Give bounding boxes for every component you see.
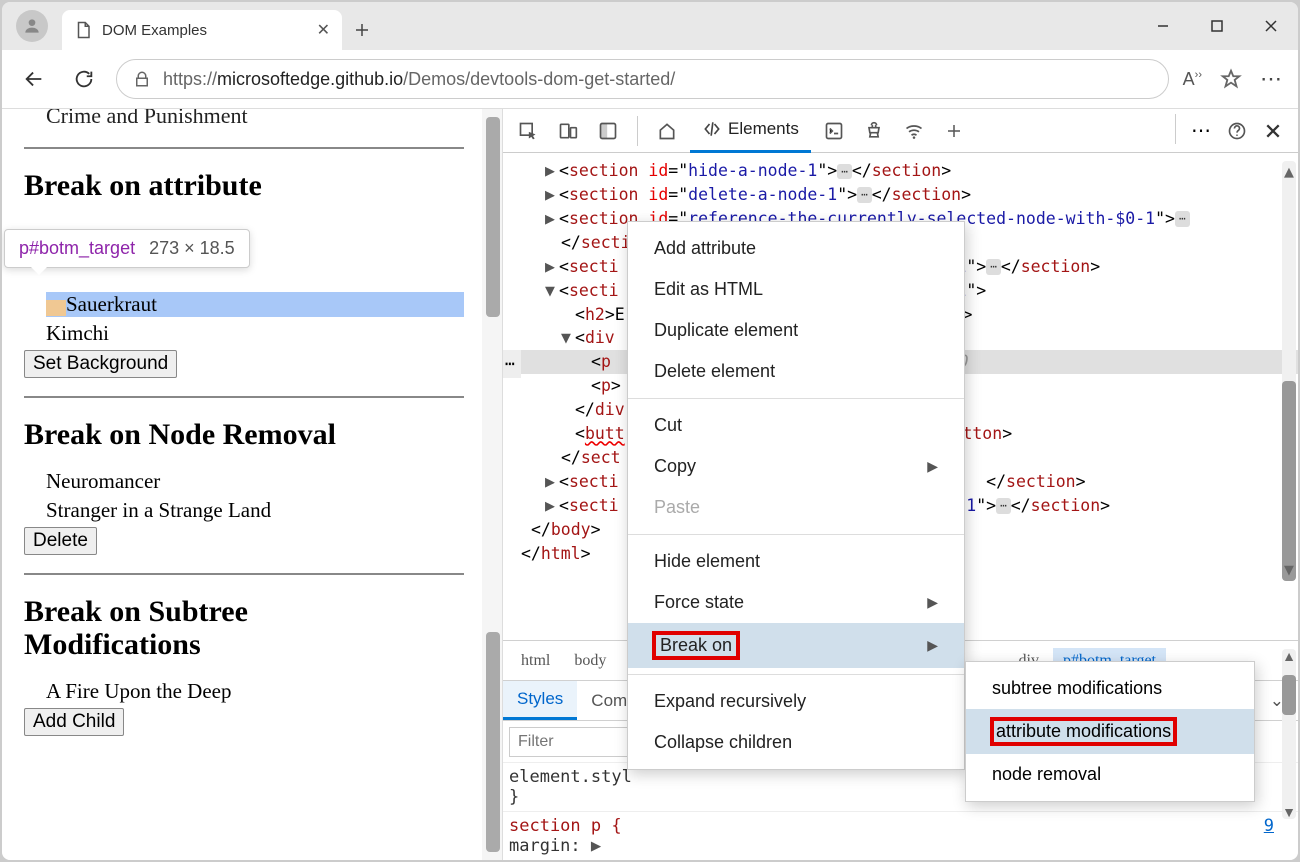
more-menu-icon[interactable]: ⋯ bbox=[1260, 66, 1284, 92]
maximize-button[interactable] bbox=[1190, 6, 1244, 46]
list-item: Stranger in a Strange Land bbox=[46, 498, 464, 523]
devtools-close-icon[interactable] bbox=[1256, 114, 1290, 148]
devtools-help-icon[interactable] bbox=[1220, 114, 1254, 148]
ctx-add-attribute[interactable]: Add attribute bbox=[628, 228, 964, 269]
submenu-attribute[interactable]: attribute modifications bbox=[966, 709, 1254, 754]
tooltip-dimensions: 273 × 18.5 bbox=[149, 238, 235, 259]
ctx-delete[interactable]: Delete element bbox=[628, 351, 964, 392]
styles-filter-input[interactable] bbox=[509, 727, 629, 757]
close-window-button[interactable] bbox=[1244, 6, 1298, 46]
list-item: Kimchi bbox=[46, 321, 464, 346]
ctx-cut[interactable]: Cut bbox=[628, 405, 964, 446]
browser-toolbar: https://microsoftedge.github.io/Demos/de… bbox=[2, 50, 1298, 108]
styles-scrollbar[interactable]: ▲ ▼ bbox=[1282, 649, 1296, 819]
css-source-link[interactable]: 9 bbox=[1264, 816, 1274, 836]
delete-button[interactable]: Delete bbox=[24, 527, 97, 555]
more-tabs-icon[interactable] bbox=[937, 114, 971, 148]
new-tab-button[interactable] bbox=[342, 10, 382, 50]
lock-icon bbox=[133, 70, 151, 88]
break-on-submenu: subtree modifications attribute modifica… bbox=[965, 661, 1255, 802]
list-item: Neuromancer bbox=[46, 469, 464, 494]
styles-tab[interactable]: Styles bbox=[503, 681, 577, 720]
submenu-subtree[interactable]: subtree modifications bbox=[966, 668, 1254, 709]
tab-title: DOM Examples bbox=[102, 22, 307, 39]
devtools-panel: Elements ⋯ ▶<section id="hide-a-node-1">… bbox=[502, 109, 1298, 860]
refresh-button[interactable] bbox=[66, 61, 102, 97]
ctx-paste: Paste bbox=[628, 487, 964, 528]
browser-titlebar: DOM Examples ✕ bbox=[2, 2, 1298, 50]
element-tooltip: p#botm_target 273 × 18.5 bbox=[4, 229, 250, 268]
page-scrollbar[interactable] bbox=[482, 109, 502, 860]
back-button[interactable] bbox=[16, 61, 52, 97]
inspect-icon[interactable] bbox=[511, 114, 545, 148]
section-heading: Break on Node Removal bbox=[24, 418, 464, 451]
ctx-collapse[interactable]: Collapse children bbox=[628, 722, 964, 763]
ctx-force-state[interactable]: Force state▶ bbox=[628, 582, 964, 623]
page-icon bbox=[74, 21, 92, 39]
add-child-button[interactable]: Add Child bbox=[24, 708, 124, 736]
ctx-copy[interactable]: Copy▶ bbox=[628, 446, 964, 487]
list-item: Crime and Punishment bbox=[46, 109, 464, 129]
browser-tab[interactable]: DOM Examples ✕ bbox=[62, 10, 342, 50]
dom-scrollbar[interactable]: ▲ ▼ bbox=[1282, 161, 1296, 581]
tooltip-selector: p#botm_target bbox=[19, 238, 135, 259]
list-item: A Fire Upon the Deep bbox=[46, 679, 464, 704]
highlighted-element[interactable]: Sauerkraut bbox=[46, 292, 464, 317]
address-bar[interactable]: https://microsoftedge.github.io/Demos/de… bbox=[116, 59, 1169, 99]
elements-tab[interactable]: Elements bbox=[690, 109, 811, 153]
submenu-node-removal[interactable]: node removal bbox=[966, 754, 1254, 795]
network-tab-icon[interactable] bbox=[897, 114, 931, 148]
section-heading: Break on attribute bbox=[24, 169, 464, 202]
read-aloud-icon[interactable]: A›› bbox=[1183, 69, 1202, 90]
page-content: Crime and Punishment Break on attribute … bbox=[2, 109, 482, 860]
favorite-icon[interactable] bbox=[1220, 68, 1242, 90]
ctx-duplicate[interactable]: Duplicate element bbox=[628, 310, 964, 351]
minimize-button[interactable] bbox=[1136, 6, 1190, 46]
profile-avatar[interactable] bbox=[16, 10, 48, 42]
devtools-header: Elements ⋯ bbox=[503, 109, 1298, 153]
devtools-more-icon[interactable]: ⋯ bbox=[1184, 114, 1218, 148]
ctx-break-on[interactable]: Break on▶ bbox=[628, 623, 964, 668]
welcome-tab-icon[interactable] bbox=[650, 114, 684, 148]
set-background-button[interactable]: Set Background bbox=[24, 350, 177, 378]
console-tab-icon[interactable] bbox=[817, 114, 851, 148]
ctx-hide[interactable]: Hide element bbox=[628, 541, 964, 582]
sources-tab-icon[interactable] bbox=[857, 114, 891, 148]
tab-close-icon[interactable]: ✕ bbox=[317, 20, 330, 40]
device-icon[interactable] bbox=[551, 114, 585, 148]
section-heading: Break on SubtreeModifications bbox=[24, 595, 464, 661]
dock-icon[interactable] bbox=[591, 114, 625, 148]
ctx-edit-html[interactable]: Edit as HTML bbox=[628, 269, 964, 310]
context-menu: Add attribute Edit as HTML Duplicate ele… bbox=[627, 221, 965, 770]
ctx-expand[interactable]: Expand recursively bbox=[628, 681, 964, 722]
